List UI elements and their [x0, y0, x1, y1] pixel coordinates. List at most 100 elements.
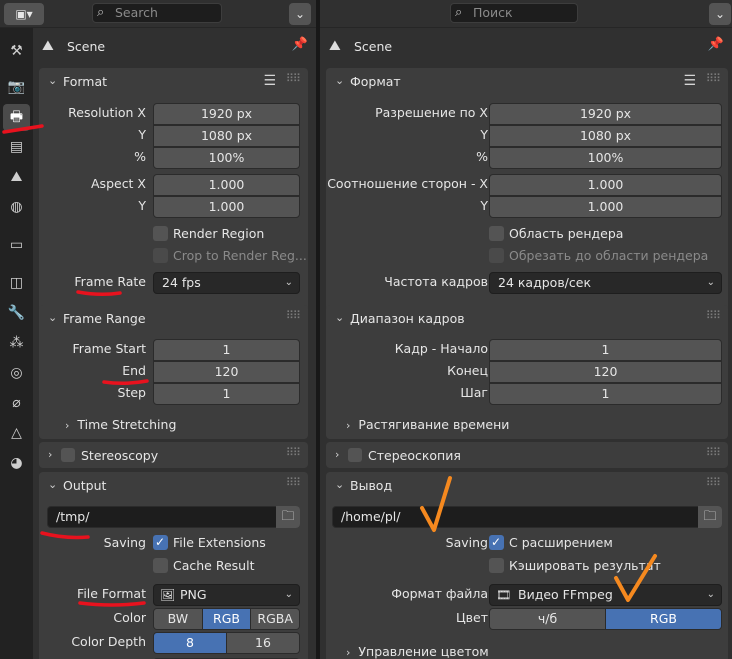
drag-handle-icon[interactable]: ⠿⠿ — [286, 72, 301, 85]
panel-header-frame-range[interactable]: ⌄ Диапазон кадров ⠿⠿ — [326, 305, 728, 333]
pin-icon[interactable]: 📌 — [292, 37, 308, 52]
tab-particles[interactable]: ⁂ — [3, 330, 30, 357]
frame-end-field[interactable]: 120 — [489, 361, 722, 383]
stereoscopy-checkbox[interactable] — [348, 448, 362, 462]
wrench-icon: 🔧 — [7, 305, 26, 321]
output-path-field[interactable]: /home/pl/ 🗀 — [332, 506, 722, 528]
properties-tabs: ⚒ 📷 🖶 ▤ ⛰ ◍ ▭ ◫ 🔧 ⁂ ◎ ⌀ △ ◕ — [0, 28, 33, 659]
render-region-checkbox[interactable]: Render Region — [153, 225, 264, 243]
tab-scene[interactable]: ⛰ — [3, 164, 30, 191]
panel-header-format[interactable]: ⌄ Формат ☰ ⠿⠿ — [326, 68, 728, 96]
drag-handle-icon[interactable]: ⠿⠿ — [286, 476, 301, 489]
tab-render[interactable]: 📷 — [3, 74, 30, 101]
film-icon: 🎞 — [496, 588, 512, 602]
crop-checkbox[interactable]: Обрезать до области рендера — [489, 247, 708, 265]
render-icon: 📷 — [7, 79, 26, 95]
list-icon[interactable]: ☰ — [683, 73, 696, 89]
frame-step-field[interactable]: 1 — [153, 383, 300, 405]
editor-type-button[interactable]: ▣▾ — [4, 3, 44, 25]
file-format-dropdown[interactable]: 🖼 PNG ⌄ — [153, 584, 300, 606]
aspect-x-field[interactable]: 1.000 — [489, 174, 722, 196]
editor-header: ⌕ Поиск ⌄ — [320, 0, 732, 28]
search-input[interactable]: ⌕ Поиск — [450, 3, 578, 23]
aspect-y-field[interactable]: 1.000 — [153, 196, 300, 218]
editor-type-icon: ▣▾ — [15, 7, 33, 21]
filter-button[interactable]: ⌄ — [289, 3, 311, 25]
view-layer-icon: ▤ — [9, 139, 24, 155]
panel-header-stereoscopy[interactable]: › Stereoscopy ⠿⠿ — [39, 442, 308, 470]
drag-handle-icon[interactable]: ⠿⠿ — [706, 476, 721, 489]
chevron-right-icon: › — [346, 646, 351, 659]
tab-physics[interactable]: ◎ — [3, 360, 30, 387]
filter-button[interactable]: ⌄ — [709, 3, 731, 25]
frame-start-field[interactable]: 1 — [489, 339, 722, 361]
cache-result-checkbox[interactable]: Cache Result — [153, 557, 254, 575]
tab-material[interactable]: ◕ — [3, 450, 30, 477]
subpanel-time-stretching[interactable]: › Time Stretching — [65, 417, 176, 432]
file-extensions-checkbox[interactable]: С расширением — [489, 533, 613, 552]
search-input[interactable]: ⌕ Search — [92, 3, 222, 23]
folder-icon[interactable]: 🗀 — [698, 506, 722, 528]
color-rgb-option[interactable]: RGB — [202, 609, 252, 629]
chevron-down-icon: ⌄ — [48, 311, 58, 324]
resolution-x-field[interactable]: 1920 px — [489, 103, 722, 125]
tab-data[interactable]: △ — [3, 420, 30, 447]
frame-rate-dropdown[interactable]: 24 кадров/сек ⌄ — [489, 272, 722, 294]
object-icon: ◫ — [9, 275, 24, 291]
depth-8-option[interactable]: 8 — [154, 633, 227, 653]
panel-output: ⌄ Output ⠿⠿ /tmp/ 🗀 Saving File Extensio… — [39, 472, 308, 659]
subpanel-color-management[interactable]: › Управление цветом — [346, 644, 489, 659]
panel-header-output[interactable]: ⌄ Вывод ⠿⠿ — [326, 472, 728, 500]
frame-start-field[interactable]: 1 — [153, 339, 300, 361]
depth-16-option[interactable]: 16 — [227, 633, 299, 653]
tab-modifiers[interactable]: 🔧 — [3, 300, 30, 327]
tab-view-layer[interactable]: ▤ — [3, 134, 30, 161]
tab-world[interactable]: ◍ — [3, 194, 30, 221]
resolution-y-field[interactable]: 1080 px — [153, 125, 300, 147]
color-rgba-option[interactable]: RGBA — [251, 609, 299, 629]
tab-collection[interactable]: ▭ — [3, 232, 30, 259]
tool-icon: ⚒ — [10, 43, 23, 59]
scene-icon: ⛰ — [329, 38, 341, 54]
color-rgb-option[interactable]: RGB — [606, 609, 721, 629]
resolution-x-field[interactable]: 1920 px — [153, 103, 300, 125]
file-format-dropdown[interactable]: 🎞 Видео FFmpeg ⌄ — [489, 584, 722, 606]
drag-handle-icon[interactable]: ⠿⠿ — [706, 309, 721, 322]
resolution-y-field[interactable]: 1080 px — [489, 125, 722, 147]
drag-handle-icon[interactable]: ⠿⠿ — [286, 309, 301, 322]
properties-content: ⛰ Scene 📌 ⌄ Format ☰ ⠿⠿ Resolution X 192… — [35, 28, 316, 659]
resolution-percent-field[interactable]: 100% — [489, 147, 722, 169]
end-label: End — [122, 363, 146, 378]
aspect-y-field[interactable]: 1.000 — [489, 196, 722, 218]
folder-icon[interactable]: 🗀 — [276, 506, 300, 528]
panel-header-stereoscopy[interactable]: › Стереоскопия ⠿⠿ — [326, 442, 728, 470]
tab-constraints[interactable]: ⌀ — [3, 390, 30, 417]
pin-icon[interactable]: 📌 — [708, 37, 724, 52]
drag-handle-icon[interactable]: ⠿⠿ — [286, 446, 301, 459]
color-bw-option[interactable]: BW — [154, 609, 203, 629]
crop-checkbox[interactable]: Crop to Render Reg... — [153, 247, 307, 265]
tab-output[interactable]: 🖶 — [3, 104, 30, 131]
chevron-right-icon: › — [335, 448, 340, 461]
tab-tool[interactable]: ⚒ — [3, 38, 30, 65]
cache-result-checkbox[interactable]: Кэшировать результат — [489, 557, 661, 575]
tab-object[interactable]: ◫ — [3, 270, 30, 297]
color-bw-option[interactable]: ч/б — [490, 609, 606, 629]
panel-header-frame-range[interactable]: ⌄ Frame Range ⠿⠿ — [39, 305, 308, 333]
resolution-percent-field[interactable]: 100% — [153, 147, 300, 169]
subpanel-time-stretching[interactable]: › Растягивание времени — [346, 417, 509, 432]
output-path-field[interactable]: /tmp/ 🗀 — [47, 506, 300, 528]
render-region-checkbox[interactable]: Область рендера — [489, 225, 623, 243]
frame-step-field[interactable]: 1 — [489, 383, 722, 405]
file-extensions-checkbox[interactable]: File Extensions — [153, 533, 266, 552]
list-icon[interactable]: ☰ — [263, 73, 276, 89]
drag-handle-icon[interactable]: ⠿⠿ — [706, 72, 721, 85]
search-icon: ⌕ — [97, 5, 105, 20]
frame-rate-dropdown[interactable]: 24 fps ⌄ — [153, 272, 300, 294]
frame-end-field[interactable]: 120 — [153, 361, 300, 383]
stereoscopy-checkbox[interactable] — [61, 448, 75, 462]
drag-handle-icon[interactable]: ⠿⠿ — [706, 446, 721, 459]
panel-header-format[interactable]: ⌄ Format ☰ ⠿⠿ — [39, 68, 308, 96]
aspect-x-field[interactable]: 1.000 — [153, 174, 300, 196]
panel-header-output[interactable]: ⌄ Output ⠿⠿ — [39, 472, 308, 500]
